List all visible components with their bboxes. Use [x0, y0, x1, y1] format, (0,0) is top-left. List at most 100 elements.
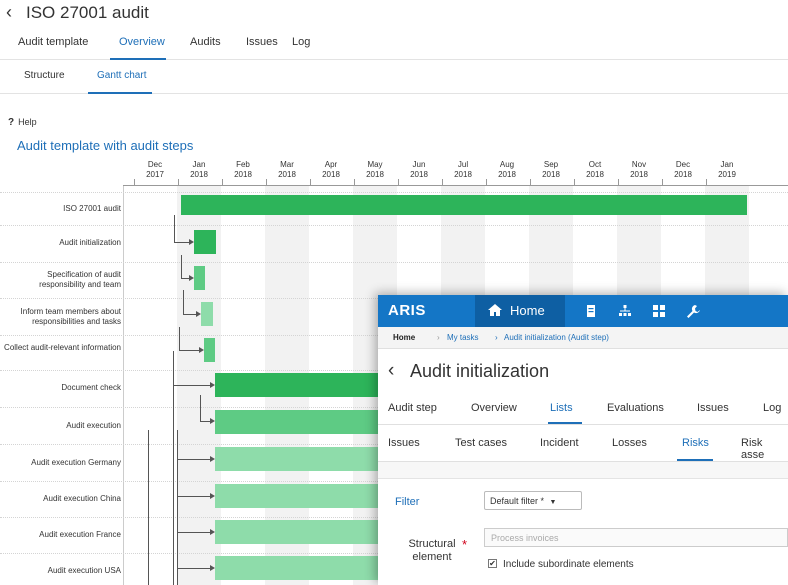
timeline-tick [354, 179, 355, 185]
dropdown-caret-icon: ▼ [549, 499, 557, 506]
structural-element-input[interactable]: Process invoices [484, 528, 788, 547]
active-tab-indicator [548, 422, 582, 424]
dependency-line [174, 215, 175, 243]
dependency-line [183, 290, 184, 315]
month-year: 2018 [630, 170, 648, 179]
dependency-line [200, 421, 210, 422]
gantt-row-label: Audit execution USA [47, 565, 121, 575]
month-label: Jan 2018 [177, 160, 221, 180]
tab-issues[interactable]: Issues [697, 402, 729, 414]
dependency-arrow-icon [210, 418, 215, 424]
breadcrumb-separator-icon: › [495, 333, 498, 342]
tab-audit-template[interactable]: Audit template [18, 36, 88, 48]
help-link[interactable]: ? Help [8, 117, 37, 128]
month-year: 2018 [586, 170, 604, 179]
timeline-tick [222, 179, 223, 185]
gantt-bar[interactable] [181, 195, 747, 215]
structural-element-label-line2: element [412, 551, 452, 563]
month-year: 2017 [146, 170, 164, 179]
timeline-tick [706, 179, 707, 185]
active-subtab-indicator [88, 92, 152, 94]
home-icon [488, 304, 502, 316]
dependency-line [177, 430, 178, 585]
tab-gantt-chart[interactable]: Gantt chart [97, 70, 146, 81]
tab-structure[interactable]: Structure [24, 70, 65, 81]
month-name: Oct [588, 160, 602, 169]
month-name: Dec [675, 160, 691, 169]
tab-losses[interactable]: Losses [612, 437, 647, 449]
tab-overview[interactable]: Overview [471, 402, 517, 414]
gantt-bar[interactable] [204, 338, 215, 362]
filter-select-value: Default filter * [490, 496, 545, 506]
month-name: Mar [280, 160, 294, 169]
timeline-tick [574, 179, 575, 185]
active-subtab-indicator [677, 459, 713, 461]
gantt-bar[interactable] [194, 230, 216, 254]
aris-main-tabs: Audit step Overview Lists Evaluations Is… [378, 392, 788, 425]
tab-incident[interactable]: Incident [540, 437, 579, 449]
timeline-tick [530, 179, 531, 185]
gantt-row-label: Audit execution [66, 420, 121, 430]
gantt-row-label: Audit execution China [43, 494, 121, 503]
timeline-tick [134, 179, 135, 185]
dependency-arrow-icon [210, 565, 215, 571]
breadcrumb-my-tasks[interactable]: My tasks [447, 333, 479, 342]
gantt-bar[interactable] [194, 266, 205, 290]
chevron-left-icon[interactable]: ‹ [6, 2, 12, 23]
month-year: 2018 [498, 170, 516, 179]
grid-icon[interactable] [652, 304, 666, 318]
month-year: 2019 [718, 170, 736, 179]
tab-risks[interactable]: Risks [682, 437, 709, 449]
month-name: Nov [631, 160, 647, 169]
timeline-tick [310, 179, 311, 185]
tab-risk-assessments[interactable]: Risk asse [741, 437, 788, 461]
month-name: Jan [720, 160, 734, 169]
gantt-bar[interactable] [201, 302, 213, 326]
hierarchy-icon[interactable] [618, 304, 632, 318]
month-label: Mar 2018 [265, 160, 309, 180]
timeline-tick [398, 179, 399, 185]
tab-evaluations[interactable]: Evaluations [607, 402, 664, 414]
month-year: 2018 [190, 170, 208, 179]
dependency-line [173, 351, 174, 585]
dependency-line [181, 255, 182, 279]
include-subordinate-label: Include subordinate elements [503, 559, 634, 570]
dependency-line [177, 568, 210, 569]
month-year: 2018 [278, 170, 296, 179]
dependency-line [174, 242, 189, 243]
document-icon[interactable] [584, 304, 598, 318]
dependency-line [183, 314, 196, 315]
tab-log[interactable]: Log [292, 36, 310, 48]
timeline-axis [123, 185, 788, 186]
page-title: ISO 27001 audit [26, 3, 149, 22]
tab-overview[interactable]: Overview [119, 36, 165, 48]
tab-lists[interactable]: Lists [550, 402, 573, 414]
tab-issues-list[interactable]: Issues [388, 437, 420, 449]
tab-test-cases[interactable]: Test cases [455, 437, 507, 449]
aris-window: ARIS Home Home › My tasks › Audit initia… [378, 295, 788, 585]
required-marker-icon: * [462, 537, 468, 552]
tab-audit-step[interactable]: Audit step [388, 402, 437, 414]
gantt-row-label: Inform team members about responsibiliti… [20, 306, 121, 326]
timeline-tick [442, 179, 443, 185]
wrench-icon[interactable] [686, 304, 700, 318]
dependency-arrow-icon [189, 239, 194, 245]
include-subordinate-checkbox[interactable]: ✔ [488, 559, 497, 568]
aris-sub-tabs: Issues Test cases Incident Losses Risks … [378, 425, 788, 462]
tab-audits[interactable]: Audits [190, 36, 221, 48]
dependency-arrow-icon [210, 529, 215, 535]
breadcrumb-home[interactable]: Home [393, 333, 415, 342]
month-name: Jul [457, 160, 469, 169]
chevron-left-icon[interactable]: ‹ [388, 360, 394, 382]
filter-select[interactable]: Default filter * ▼ [484, 491, 582, 510]
tab-issues[interactable]: Issues [246, 36, 278, 48]
month-year: 2018 [234, 170, 252, 179]
timeline-tick [266, 179, 267, 185]
breadcrumb-current[interactable]: Audit initialization (Audit step) [504, 333, 609, 342]
tab-log[interactable]: Log [763, 402, 781, 414]
month-name: Sep [543, 160, 559, 169]
month-year: 2018 [322, 170, 340, 179]
home-nav-button[interactable]: Home [475, 295, 565, 327]
gantt-row-divider [0, 225, 788, 226]
main-tabs: Audit template Overview Audits Issues Lo… [0, 30, 788, 60]
